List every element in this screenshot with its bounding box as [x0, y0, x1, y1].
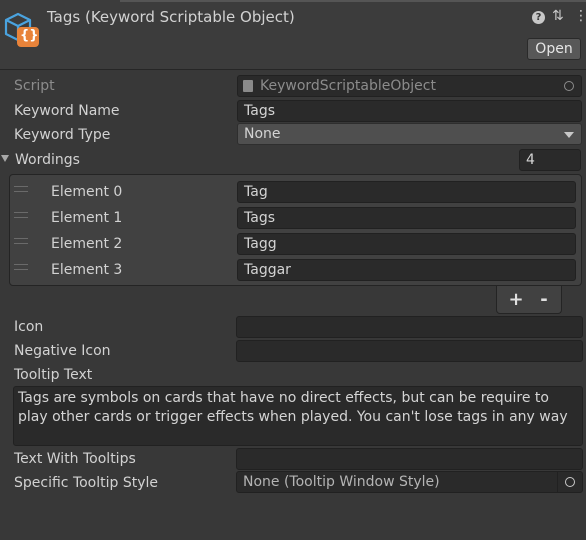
help-icon[interactable]: ?: [532, 11, 545, 24]
negative-icon-field[interactable]: [236, 340, 583, 362]
wording-element-label: Element 1: [51, 210, 123, 226]
keyword-name-label: Keyword Name: [14, 103, 120, 119]
more-icon[interactable]: ⋮: [574, 8, 586, 24]
keyword-type-label: Keyword Type: [14, 127, 111, 143]
wording-element-label: Element 3: [51, 262, 123, 278]
text-with-tooltips-field[interactable]: [236, 448, 583, 470]
drag-handle-icon[interactable]: [14, 238, 28, 244]
script-file-icon: [243, 80, 253, 92]
wording-element-label: Element 0: [51, 184, 123, 200]
keyword-name-field[interactable]: Tags: [237, 100, 582, 122]
wording-element-field[interactable]: Tag: [237, 181, 576, 203]
keyword-type-dropdown[interactable]: None: [237, 123, 582, 145]
open-button[interactable]: Open: [527, 38, 581, 60]
drag-handle-icon[interactable]: [14, 212, 28, 218]
wordings-label[interactable]: Wordings: [15, 150, 80, 172]
wordings-size-field[interactable]: 4: [519, 149, 581, 171]
drag-handle-icon[interactable]: [14, 186, 28, 192]
wording-element-field[interactable]: Tags: [237, 207, 576, 229]
wording-element-field[interactable]: Tagg: [237, 233, 576, 255]
presets-icon[interactable]: ⇅: [552, 8, 564, 24]
drag-handle-icon[interactable]: [14, 264, 28, 270]
object-picker-circle-icon: [565, 477, 575, 487]
script-field[interactable]: KeywordScriptableObject: [237, 75, 582, 97]
help-glyph: ?: [535, 12, 542, 23]
tooltip-text-label: Tooltip Text: [14, 367, 93, 383]
inspector-title: Tags (Keyword Scriptable Object): [47, 8, 295, 26]
text-with-tooltips-label: Text With Tooltips: [14, 451, 136, 467]
specific-tooltip-style-label: Specific Tooltip Style: [14, 475, 159, 491]
wording-element-label: Element 2: [51, 236, 123, 252]
script-label: Script: [14, 78, 55, 94]
add-element-button[interactable]: +: [507, 289, 525, 311]
tooltip-text-area[interactable]: Tags are symbols on cards that have no d…: [13, 386, 583, 446]
wording-element-field[interactable]: Taggar: [237, 259, 576, 281]
remove-element-button[interactable]: -: [535, 289, 553, 311]
script-value: KeywordScriptableObject: [260, 78, 436, 94]
asset-icon: {}: [2, 10, 42, 50]
icon-field[interactable]: [236, 316, 583, 338]
asset-icon-braces: {}: [20, 28, 39, 43]
object-picker-icon[interactable]: [564, 81, 574, 91]
top-accent-line: [120, 0, 586, 2]
specific-tooltip-style-field[interactable]: None (Tooltip Window Style): [236, 471, 583, 493]
specific-tooltip-style-value: None (Tooltip Window Style): [243, 474, 440, 490]
negative-icon-label: Negative Icon: [14, 343, 111, 359]
keyword-type-value: None: [244, 126, 281, 142]
dropdown-arrow-icon: [564, 132, 574, 138]
icon-label: Icon: [14, 319, 44, 335]
wordings-foldout-arrow-icon[interactable]: [1, 155, 9, 162]
